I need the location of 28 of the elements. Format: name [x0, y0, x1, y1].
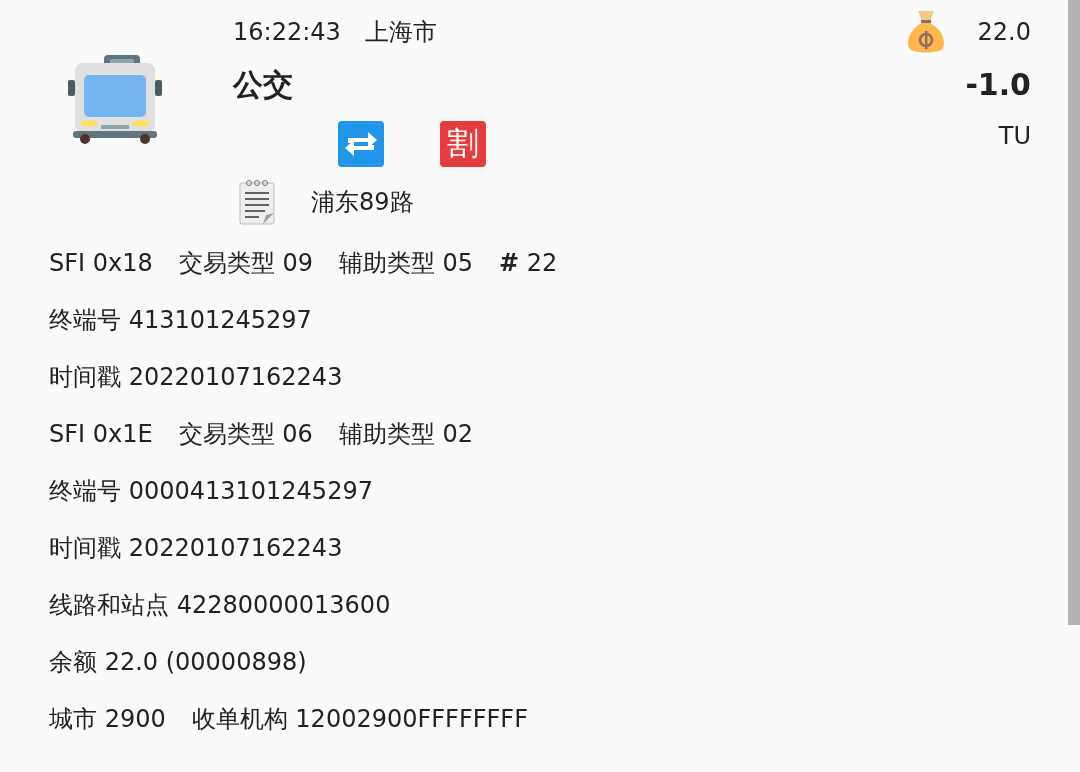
detail-text: 辅助类型 02 — [338, 418, 473, 450]
detail-text: # 22 — [499, 248, 558, 277]
detail-text: 余额 22.0 (00000898) — [49, 646, 307, 678]
detail-text: 线路和站点 42280000013600 — [49, 589, 391, 621]
detail-text: 辅助类型 05 — [338, 247, 474, 279]
detail-text: SFI 0x1E — [49, 419, 153, 448]
balance-text: 22.0 — [977, 18, 1031, 46]
time-text: 16:22:43 — [233, 18, 341, 46]
detail-text: 收单机构 12002900FFFFFFFF — [191, 703, 528, 735]
route-text: 浦东89路 — [311, 187, 414, 218]
type-code-text: TU — [998, 121, 1031, 152]
detail-text: 交易类型 06 — [178, 418, 313, 450]
city-text: 上海市 — [364, 17, 437, 48]
bus-icon — [68, 55, 162, 145]
detail-text: 交易类型 09 — [178, 247, 313, 279]
detail-text: 时间戳 20220107162243 — [49, 361, 343, 393]
detail-text: 时间戳 20220107162243 — [49, 532, 343, 564]
detail-text: SFI 0x18 — [49, 248, 153, 277]
money-bag-icon — [905, 9, 946, 55]
transaction-title: 公交 — [233, 65, 294, 104]
discount-badge: 割 — [440, 121, 486, 167]
amount-text: -1.0 — [965, 65, 1031, 104]
swap-arrows-icon — [338, 121, 384, 167]
detail-text: 终端号 413101245297 — [49, 304, 312, 336]
scrollbar[interactable] — [1068, 0, 1080, 625]
notepad-icon — [239, 179, 275, 225]
detail-text: 终端号 0000413101245297 — [49, 475, 373, 507]
detail-text: 城市 2900 — [49, 703, 166, 735]
